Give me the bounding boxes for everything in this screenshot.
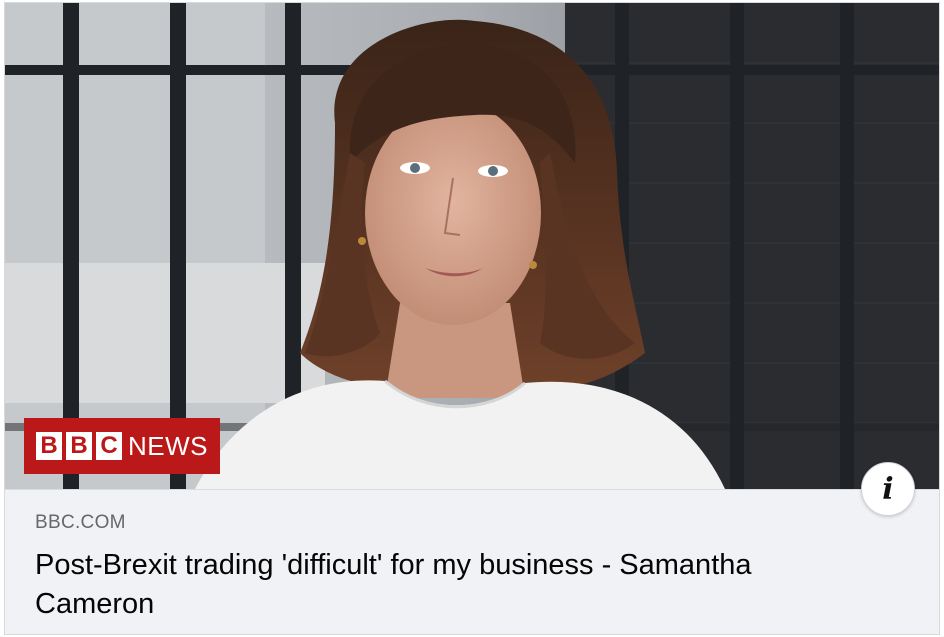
bbc-letter-b2: B <box>66 432 92 460</box>
bbc-letter-b1: B <box>36 432 62 460</box>
link-domain: BBC.COM <box>35 512 126 533</box>
bbc-letter-blocks: B B C <box>36 432 122 460</box>
link-preview-card[interactable]: B B C NEWS BBC.COM Post-Brexit trading '… <box>4 2 940 635</box>
article-photo[interactable]: B B C NEWS <box>5 3 939 489</box>
info-icon[interactable]: i <box>861 462 915 516</box>
bbc-letter-c: C <box>96 432 122 460</box>
link-card-footer[interactable]: BBC.COM Post-Brexit trading 'difficult' … <box>5 489 939 634</box>
bbc-news-logo: B B C NEWS <box>24 418 220 474</box>
article-photo-image <box>5 3 939 489</box>
link-headline[interactable]: Post-Brexit trading 'difficult' for my b… <box>35 546 875 624</box>
bbc-news-word: NEWS <box>128 430 208 461</box>
